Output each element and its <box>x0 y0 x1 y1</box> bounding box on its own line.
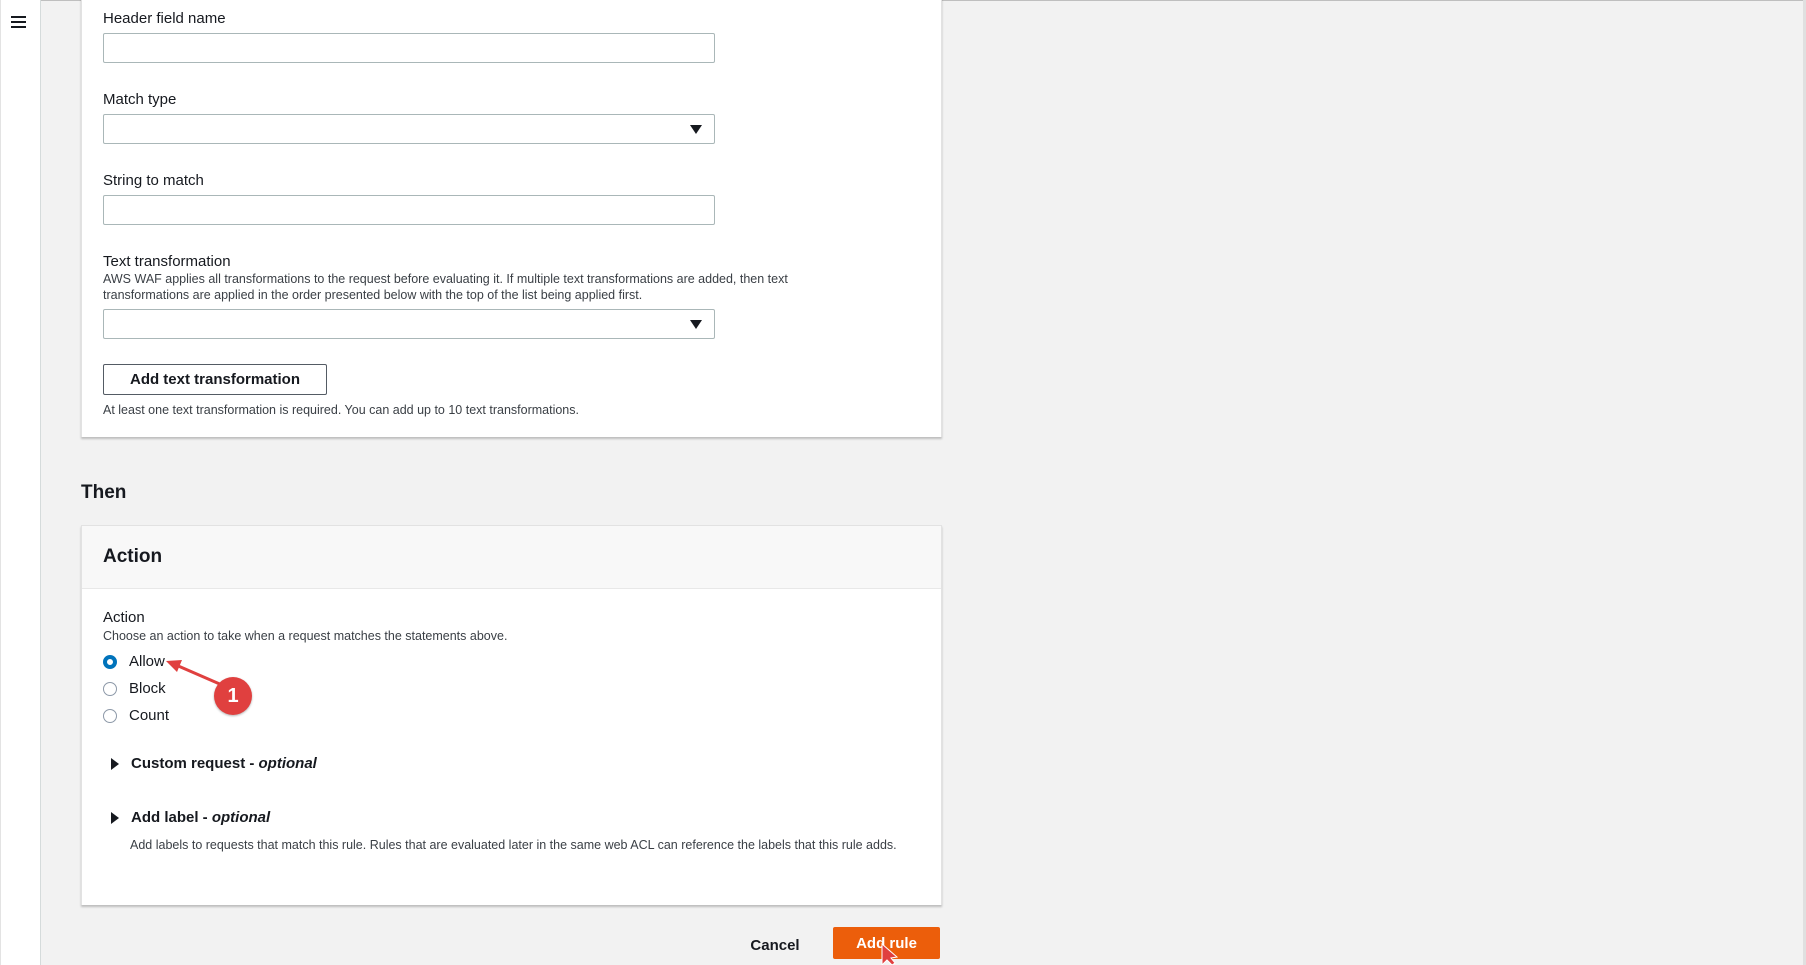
radio-allow[interactable]: Allow <box>103 653 165 670</box>
radio-block[interactable]: Block <box>103 680 166 697</box>
header-field-name-label: Header field name <box>103 10 226 27</box>
add-rule-button[interactable]: Add rule <box>833 927 940 959</box>
custom-request-text: Custom request - <box>131 755 259 772</box>
add-label-label: Add label - optional <box>131 809 270 826</box>
match-type-select[interactable] <box>103 114 715 144</box>
radio-button[interactable] <box>103 681 117 696</box>
cancel-button[interactable]: Cancel <box>740 930 810 960</box>
add-text-transformation-button[interactable]: Add text transformation <box>103 364 327 395</box>
add-label-optional: optional <box>211 809 271 826</box>
string-to-match-input[interactable] <box>103 195 715 225</box>
custom-request-expander[interactable]: Custom request - optional <box>111 755 317 772</box>
add-label-expander[interactable]: Add label - optional <box>111 809 270 826</box>
caret-down-icon <box>690 320 702 329</box>
header-field-name-input[interactable] <box>103 33 715 63</box>
text-transformation-hint: At least one text transformation is requ… <box>103 403 579 417</box>
radio-block-label: Block <box>129 680 166 697</box>
string-to-match-text[interactable] <box>104 196 714 224</box>
text-transformation-description: AWS WAF applies all transformations to t… <box>103 272 788 302</box>
radio-count[interactable]: Count <box>103 707 169 724</box>
step-number-badge: 1 <box>214 677 252 715</box>
text-transformation-select[interactable] <box>103 309 715 339</box>
statement-card: Header field name Match type String to m… <box>81 0 942 437</box>
custom-request-label: Custom request - optional <box>131 755 317 772</box>
custom-request-optional: optional <box>258 755 317 772</box>
side-navigation-collapsed <box>0 0 41 965</box>
then-heading: Then <box>81 482 127 503</box>
caret-right-icon <box>111 811 119 824</box>
radio-count-label: Count <box>129 707 170 724</box>
radio-button[interactable] <box>103 708 117 723</box>
radio-button-selected[interactable] <box>103 654 117 669</box>
radio-allow-label: Allow <box>129 653 165 670</box>
caret-right-icon <box>111 757 119 770</box>
action-field-label: Action <box>103 609 145 626</box>
hamburger-icon[interactable] <box>11 16 26 30</box>
string-to-match-label: String to match <box>103 172 204 189</box>
action-field-description: Choose an action to take when a request … <box>103 629 508 643</box>
add-label-description: Add labels to requests that match this r… <box>130 838 897 852</box>
action-card: Action Action Choose an action to take w… <box>81 525 942 905</box>
header-field-name-text[interactable] <box>104 34 714 62</box>
action-card-header: Action <box>82 526 941 589</box>
match-type-label: Match type <box>103 91 177 108</box>
add-label-text: Add label - <box>131 809 212 826</box>
caret-down-icon <box>690 125 702 134</box>
text-transformation-label: Text transformation <box>103 253 231 270</box>
action-card-title: Action <box>103 546 163 567</box>
